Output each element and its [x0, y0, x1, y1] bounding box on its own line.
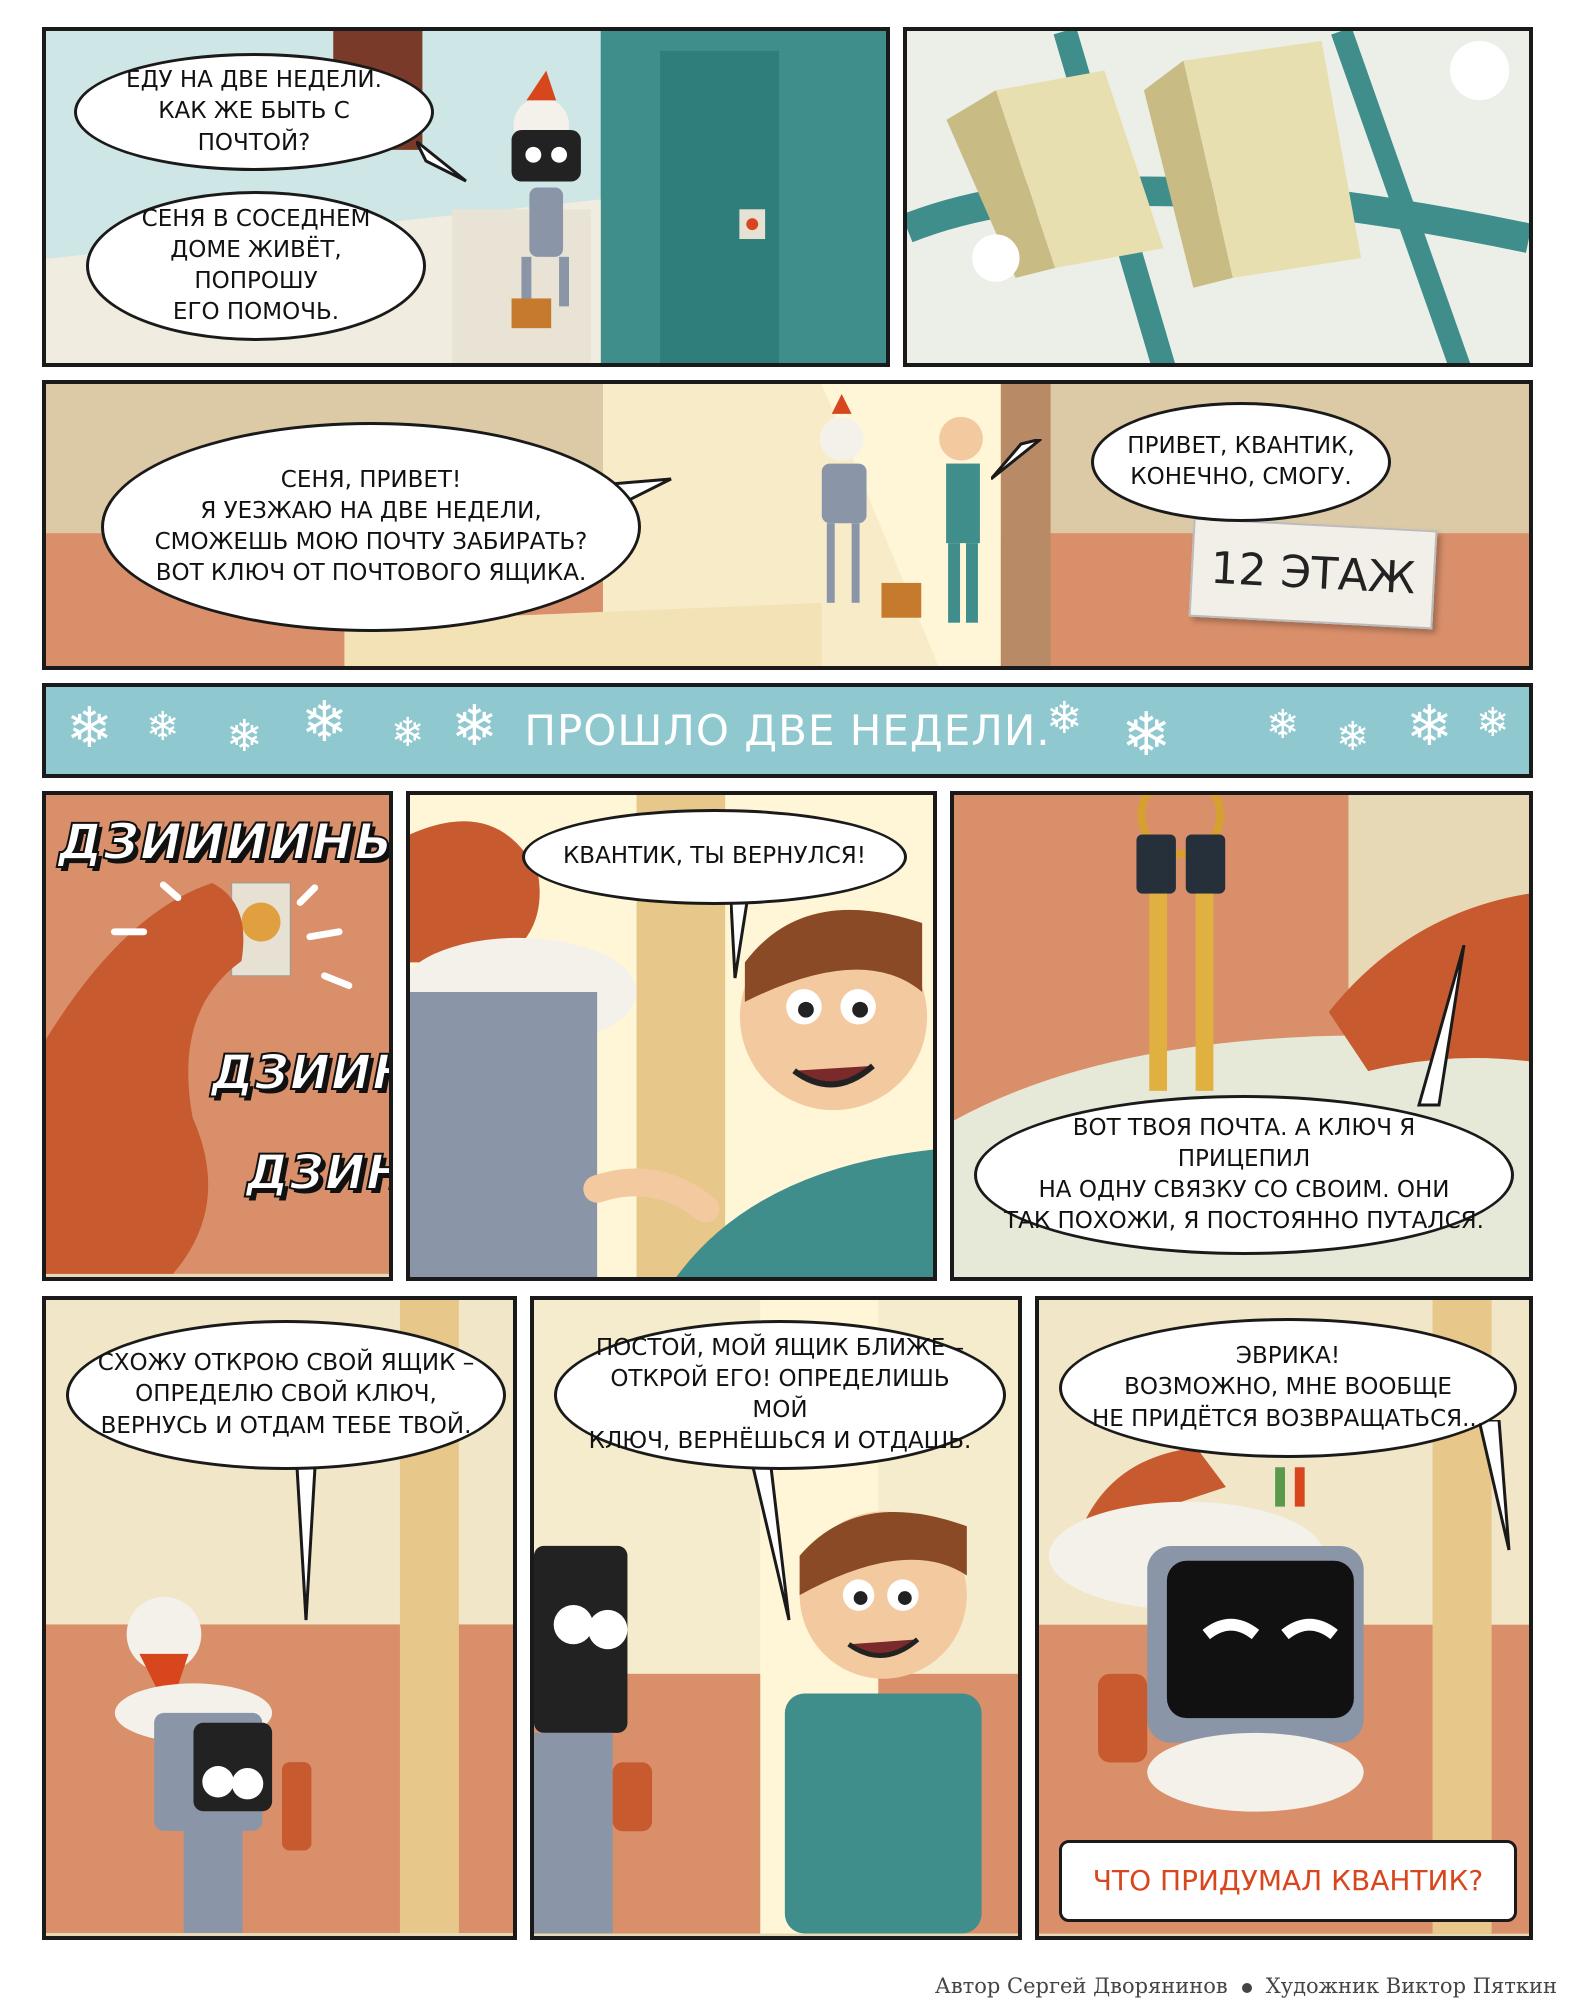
- panel-6-keys: Вот твоя почта. А ключ я прицепил на одн…: [950, 791, 1533, 1281]
- panel-3-doorway: Сеня, привет! Я уезжаю на две недели, см…: [42, 380, 1533, 670]
- sound-effect: Дзиинь!: [210, 1044, 389, 1102]
- time-caption-banner: ❄ ❄ ❄ ❄ ❄ ❄ ❄ ❄ ❄ ❄ ❄ ❄ Прошло две недел…: [42, 683, 1533, 778]
- buildings-aerial-scene: [907, 31, 1529, 363]
- sound-effect: Дзинь!: [245, 1144, 389, 1202]
- speech-bubble: Привет, Квантик, конечно, смогу.: [1091, 402, 1391, 522]
- panel-9-eureka: Эврика! Возможно, мне вообще не придётся…: [1035, 1296, 1533, 1940]
- speech-bubble: Сеня, привет! Я уезжаю на две недели, см…: [101, 422, 641, 632]
- bubble-tail: [294, 1450, 318, 1621]
- panel-7-kvantik-plan: Схожу открою свой ящик – определю свой к…: [42, 1296, 517, 1940]
- panel-1-hallway: Еду на две недели. Как же быть с почтой?…: [42, 27, 890, 367]
- bubble-tail: [1479, 1420, 1511, 1551]
- panel-4-doorbell: Дзиииинь! Дзиинь! Дзинь!: [42, 791, 393, 1281]
- speech-bubble: Еду на две недели. Как же быть с почтой?: [74, 53, 434, 171]
- panel-2-buildings: [903, 27, 1533, 367]
- speech-bubble: Схожу открою свой ящик – определю свой к…: [66, 1320, 506, 1470]
- banner-text: Прошло две недели.: [524, 706, 1051, 755]
- bubble-tail: [416, 141, 467, 183]
- panel-8-senya-reply: Постой, мой ящик ближе – открой его! Опр…: [530, 1296, 1022, 1940]
- bubble-tail: [991, 439, 1042, 481]
- floor-sign: 12 этаж: [1188, 517, 1438, 630]
- author-credit: Автор Сергей Дворянинов: [934, 1974, 1228, 1998]
- sound-effect: Дзиииинь!: [57, 812, 393, 872]
- panel-5-senya-greets: Квантик, ты вернулся!: [406, 791, 937, 1281]
- artist-credit: Художник Виктор Пяткин: [1265, 1974, 1557, 1998]
- speech-bubble: Эврика! Возможно, мне вообще не придётся…: [1059, 1318, 1517, 1458]
- bubble-tail: [749, 1450, 791, 1621]
- separator-dot: [1241, 1982, 1252, 1993]
- speech-bubble: Вот твоя почта. А ключ я прицепил на одн…: [974, 1095, 1514, 1255]
- speech-bubble: Квантик, ты вернулся!: [522, 809, 907, 905]
- speech-bubble: Постой, мой ящик ближе – открой его! Опр…: [554, 1320, 1006, 1470]
- speech-bubble: Сеня в соседнем доме живёт, попрошу его …: [86, 191, 426, 341]
- question-caption: Что придумал Квантик?: [1059, 1840, 1517, 1922]
- bubble-tail: [1417, 945, 1466, 1107]
- credits: Автор Сергей Дворянинов Художник Виктор П…: [935, 1974, 1557, 1998]
